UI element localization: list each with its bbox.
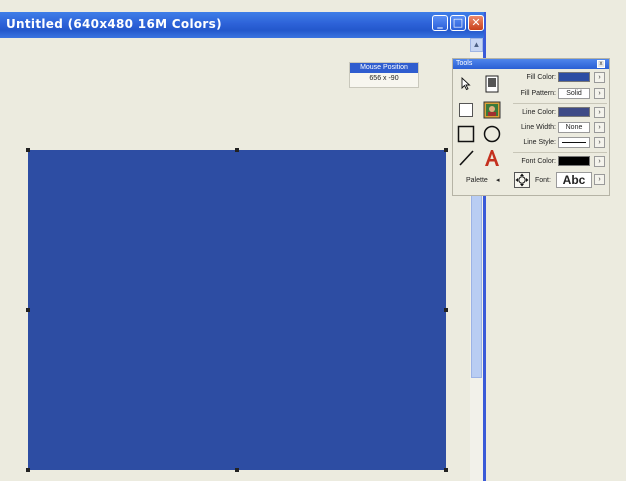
palette-label[interactable]: Palette: [466, 177, 488, 184]
ellipse-tool-icon: [483, 125, 501, 143]
line-width-dropdown[interactable]: ›: [594, 122, 605, 133]
close-icon: ✕: [471, 16, 481, 29]
font-label: Font:: [535, 177, 551, 184]
maximize-icon: □: [452, 16, 464, 29]
tools-title: Tools: [456, 60, 473, 67]
font-dropdown[interactable]: ›: [594, 174, 605, 185]
divider: [513, 152, 607, 153]
font-sample[interactable]: Abc: [556, 172, 592, 188]
line-width-label: Line Width:: [520, 124, 556, 131]
fill-pattern-select[interactable]: Solid: [558, 88, 590, 99]
resize-handle-tm[interactable]: [235, 148, 239, 152]
maximize-button[interactable]: □: [450, 15, 466, 31]
window-title: Untitled (640x480 16M Colors): [6, 17, 222, 31]
minimize-button[interactable]: _: [432, 15, 448, 31]
select-rect-tool[interactable]: [456, 100, 476, 120]
font-color-swatch[interactable]: [558, 156, 590, 166]
line-style-sample: [562, 142, 586, 143]
resize-handle-mr[interactable]: [444, 308, 448, 312]
fill-color-label: Fill Color:: [526, 74, 556, 81]
line-tool-icon: [459, 150, 474, 166]
resize-handle-tl[interactable]: [26, 148, 30, 152]
move-icon: [515, 173, 529, 187]
palette-arrow-icon[interactable]: ◂: [496, 176, 500, 184]
pointer-icon: [461, 77, 471, 91]
line-style-select[interactable]: [558, 137, 590, 148]
page-icon: [485, 75, 499, 93]
mouse-position-title: Mouse Position: [350, 63, 418, 73]
scroll-thumb[interactable]: [471, 188, 482, 378]
rectangle-tool[interactable]: [456, 124, 476, 144]
selected-rectangle[interactable]: [28, 150, 446, 470]
fill-pattern-label: Fill Pattern:: [520, 90, 556, 97]
close-button[interactable]: ✕: [468, 15, 484, 31]
scroll-up-button[interactable]: ▲: [470, 38, 483, 52]
titlebar[interactable]: Untitled (640x480 16M Colors) _ □ ✕: [0, 12, 484, 38]
page-tool[interactable]: [482, 74, 502, 94]
resize-handle-br[interactable]: [444, 468, 448, 472]
line-color-dropdown[interactable]: ›: [594, 107, 605, 118]
resize-handle-ml[interactable]: [26, 308, 30, 312]
fill-pattern-dropdown[interactable]: ›: [594, 88, 605, 99]
select-rect-icon: [459, 103, 473, 117]
tools-close-button[interactable]: x: [597, 60, 605, 68]
mouse-position-panel: Mouse Position 656 x -90: [349, 62, 419, 88]
line-style-label: Line Style:: [523, 139, 556, 146]
text-tool[interactable]: [482, 148, 502, 168]
font-color-dropdown[interactable]: ›: [594, 156, 605, 167]
move-tool[interactable]: [514, 172, 530, 188]
tools-titlebar[interactable]: Tools x: [453, 59, 609, 69]
font-color-label: Font Color:: [521, 158, 556, 165]
ellipse-tool[interactable]: [482, 124, 502, 144]
line-color-label: Line Color:: [522, 109, 556, 116]
line-style-dropdown[interactable]: ›: [594, 137, 605, 148]
line-width-select[interactable]: None: [558, 122, 590, 133]
resize-handle-bl[interactable]: [26, 468, 30, 472]
text-tool-icon: [485, 150, 499, 166]
minimize-icon: _: [437, 16, 443, 29]
pointer-tool[interactable]: [456, 74, 476, 94]
picture-tool[interactable]: [482, 100, 502, 120]
picture-icon: [483, 101, 501, 119]
line-color-swatch[interactable]: [558, 107, 590, 117]
line-tool[interactable]: [456, 148, 476, 168]
divider: [513, 103, 607, 104]
fill-color-dropdown[interactable]: ›: [594, 72, 605, 83]
mouse-position-value: 656 x -90: [369, 75, 399, 82]
resize-handle-bm[interactable]: [235, 468, 239, 472]
rectangle-tool-icon: [457, 125, 475, 143]
fill-color-swatch[interactable]: [558, 72, 590, 82]
resize-handle-tr[interactable]: [444, 148, 448, 152]
